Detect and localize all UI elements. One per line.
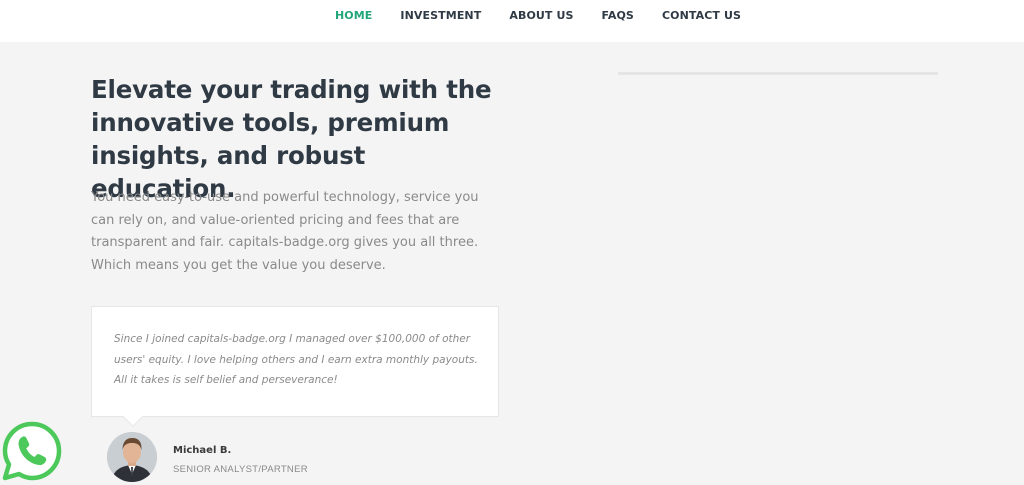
nav-item-about-us[interactable]: ABOUT US [509, 9, 573, 22]
nav-item-contact-us[interactable]: CONTACT US [662, 9, 741, 22]
author-name: Michael B. [173, 445, 232, 456]
whatsapp-icon [2, 421, 62, 481]
nav-menu: HOME INVESTMENT ABOUT US FAQS CONTACT US [335, 9, 769, 22]
top-navigation: HOME INVESTMENT ABOUT US FAQS CONTACT US [0, 0, 1024, 42]
quote-pointer [123, 407, 143, 427]
nav-item-investment[interactable]: INVESTMENT [400, 9, 481, 22]
testimonial-quote: Since I joined capitals-badge.org I mana… [114, 333, 478, 386]
author-avatar [107, 432, 157, 482]
nav-item-faqs[interactable]: FAQS [602, 9, 634, 22]
hero-description: You need easy-to-use and powerful techno… [91, 190, 479, 273]
author-role: SENIOR ANALYST/PARTNER [173, 464, 308, 475]
testimonial-card: Since I joined capitals-badge.org I mana… [91, 306, 499, 427]
hero-title: Elevate your trading with the innovative… [91, 75, 492, 203]
divider-line [618, 72, 938, 75]
whatsapp-button[interactable] [2, 421, 62, 481]
nav-item-home[interactable]: HOME [335, 9, 372, 22]
